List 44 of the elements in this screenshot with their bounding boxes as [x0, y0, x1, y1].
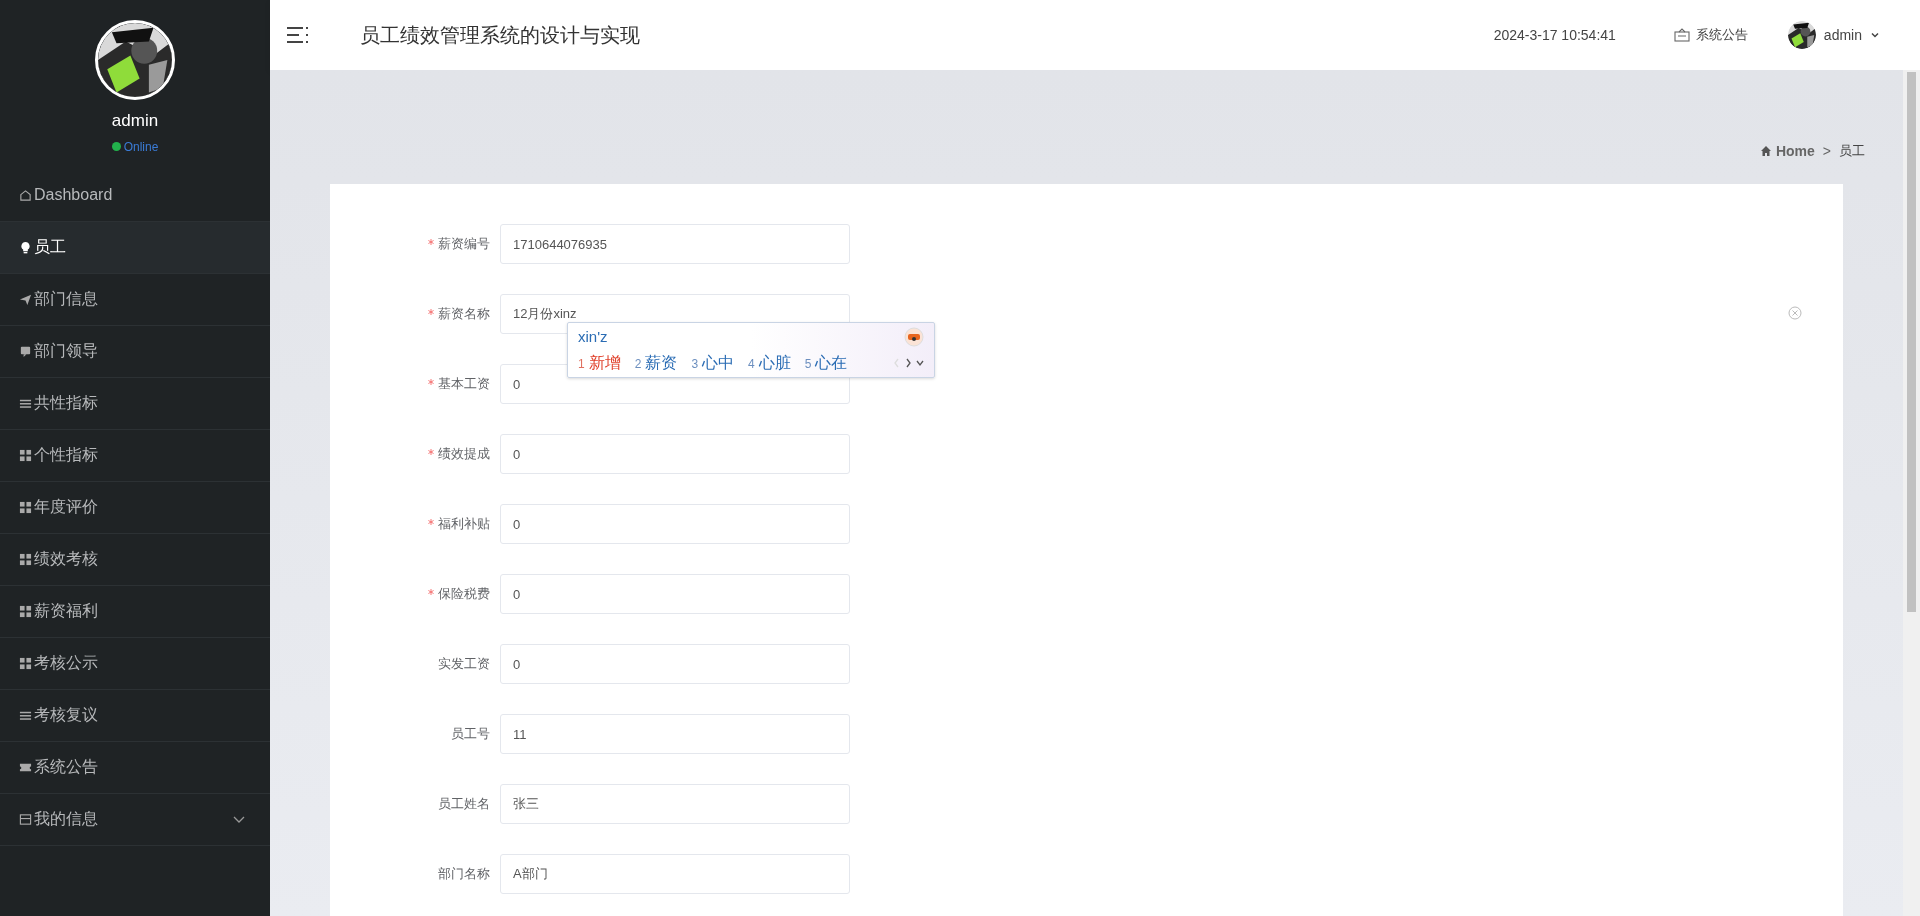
mascot-icon — [904, 327, 924, 348]
input-field[interactable]: 0 — [500, 504, 850, 544]
sidebar-item[interactable]: 员工 — [0, 221, 270, 274]
input-field[interactable]: 1710644076935 — [500, 224, 850, 264]
input-field[interactable]: A部门 — [500, 854, 850, 894]
chat-icon — [19, 344, 32, 358]
menu-icon[interactable] — [287, 25, 309, 45]
page-title: 员工绩效管理系统的设计与实现 — [360, 23, 640, 48]
input-field[interactable]: 11 — [500, 714, 850, 754]
home-icon — [1759, 145, 1772, 157]
field-label: 薪资名称 — [438, 305, 490, 324]
caret-icon — [1870, 30, 1880, 40]
grid-icon — [19, 604, 32, 618]
user-name: admin — [111, 110, 159, 132]
input-field[interactable]: 0 — [500, 434, 850, 474]
field-label: 实发工资 — [438, 655, 490, 674]
notice-icon — [1673, 28, 1690, 42]
paper-plane-icon — [19, 292, 32, 306]
grid-icon — [19, 656, 32, 670]
input-field[interactable]: 张三 — [500, 784, 850, 824]
input-field[interactable]: 0 — [500, 574, 850, 614]
field-label: 福利补贴 — [438, 515, 490, 534]
home-icon — [19, 188, 32, 202]
field-label: 基本工资 — [438, 375, 490, 394]
lightbulb-icon — [19, 240, 32, 254]
breadcrumb-separator: > — [1822, 141, 1831, 161]
user-menu[interactable]: admin — [1787, 21, 1880, 49]
grid-icon — [19, 552, 32, 566]
card-icon — [19, 812, 32, 826]
date-time: 2024-3-17 10:54:41 — [1493, 25, 1616, 45]
input-field[interactable]: 0 — [500, 644, 850, 684]
field-label: 部门名称 — [438, 865, 490, 884]
user-status: Online — [123, 138, 159, 156]
field-label: 员工号 — [451, 725, 490, 744]
scrollbar[interactable] — [1903, 70, 1920, 916]
breadcrumb-current: 员工 — [1839, 142, 1865, 161]
field-label: 薪资编号 — [438, 235, 490, 254]
grid-icon — [19, 500, 32, 514]
grid-icon — [19, 448, 32, 462]
field-label: 保险税费 — [438, 585, 490, 604]
breadcrumb-link[interactable]: Home — [1775, 140, 1815, 162]
notice-link[interactable]: 系统公告 — [1673, 25, 1748, 45]
field-label: 绩效提成 — [438, 445, 490, 464]
field-label: 员工姓名 — [438, 795, 490, 814]
